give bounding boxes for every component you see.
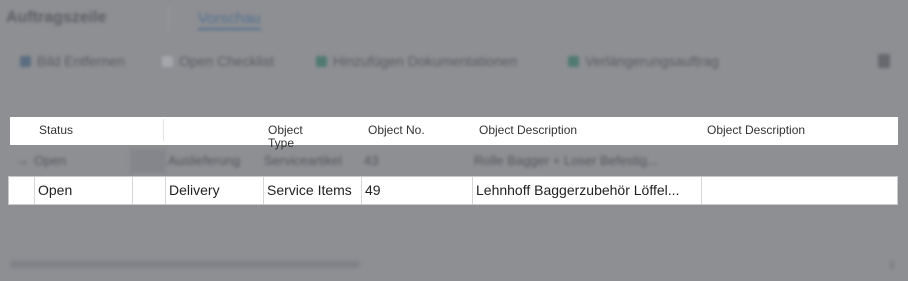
action-remove-picture[interactable]: Bild Entfernen [20,53,125,69]
row-type: Auslieferung [168,153,241,168]
header-object-no[interactable]: Object No. [368,123,425,137]
action-label: Bild Entfernen [37,53,125,69]
cell-marker[interactable] [132,177,165,204]
checklist-icon [162,55,173,67]
action-extend-order[interactable]: Verlängerungsauftrag [568,53,719,69]
row-selector[interactable] [9,177,34,204]
header-object-description-2[interactable]: Object Description [707,123,805,137]
row-description: Rolle Bagger + Loser Befestig... [474,153,658,168]
action-add-documentation[interactable]: Hinzufügen Dokumentationen [316,53,517,69]
action-label: Open Checklist [179,53,274,69]
add-document-icon [316,55,327,67]
cell-object-no[interactable]: 49 [361,177,472,204]
cell-status[interactable]: Open [34,177,132,204]
cell-object-description[interactable]: Lehnhoff Baggerzubehör Löffel... [472,177,701,204]
action-open-checklist[interactable]: Open Checklist [162,53,274,69]
cell-object-type[interactable]: Service Items [263,177,361,204]
tab-preview[interactable]: Vorschau [198,10,261,30]
row-object-type: Serviceartikel [264,153,343,168]
table-header: Status Object Type Object No. Object Des… [10,117,898,150]
lock-icon[interactable] [878,54,890,68]
page-title: Auftragszeile [6,9,107,26]
header-divider [163,119,164,141]
header-object-description[interactable]: Object Description [479,123,577,137]
row-object-no: 43 [364,153,379,168]
header-status[interactable]: Status [39,123,73,137]
extend-icon [568,55,579,67]
cell-object-description-2[interactable] [701,177,897,204]
row-status: Open [34,153,66,168]
action-label: Hinzufügen Dokumentationen [333,53,518,69]
action-label: Verlängerungsauftrag [585,53,719,69]
background-table-row[interactable]: → Open Auslieferung Serviceartikel 43 Ro… [8,147,898,175]
cell-type[interactable]: Delivery [165,177,263,204]
row-marker [130,149,166,173]
edit-icon [20,55,31,67]
scrollbar-thumb[interactable] [10,261,360,268]
table-row[interactable]: Open Delivery Service Items 49 Lehnhoff … [8,176,898,205]
row-arrow-icon: → [16,153,29,168]
title-divider [168,6,169,32]
scrollbar-end [890,261,894,269]
header-object-type[interactable]: Object Type [268,124,316,150]
